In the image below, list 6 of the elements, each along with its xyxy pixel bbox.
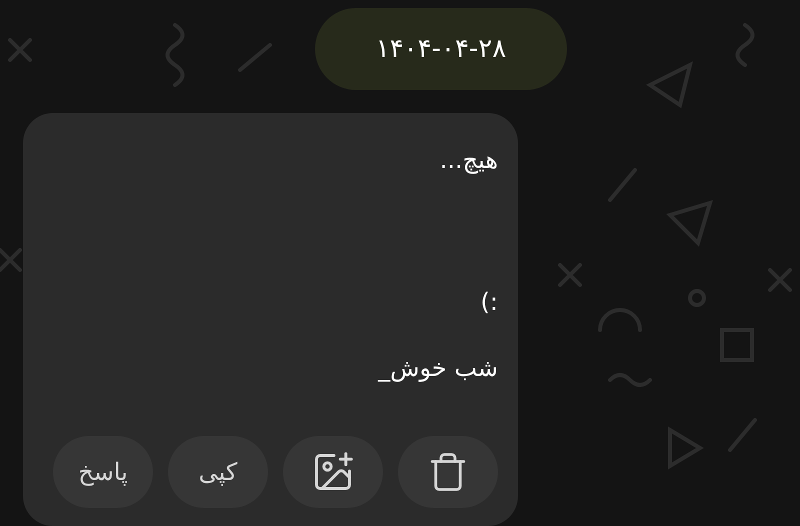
message-text: شب خوش_ <box>378 354 498 382</box>
reply-button[interactable]: پاسخ <box>53 436 153 508</box>
date-chip: ۱۴۰۴-۰۴-۲۸ <box>315 8 567 90</box>
message-text: هیچ... <box>440 146 498 174</box>
copy-button[interactable]: کپی <box>168 436 268 508</box>
message-text: :) <box>480 288 498 316</box>
